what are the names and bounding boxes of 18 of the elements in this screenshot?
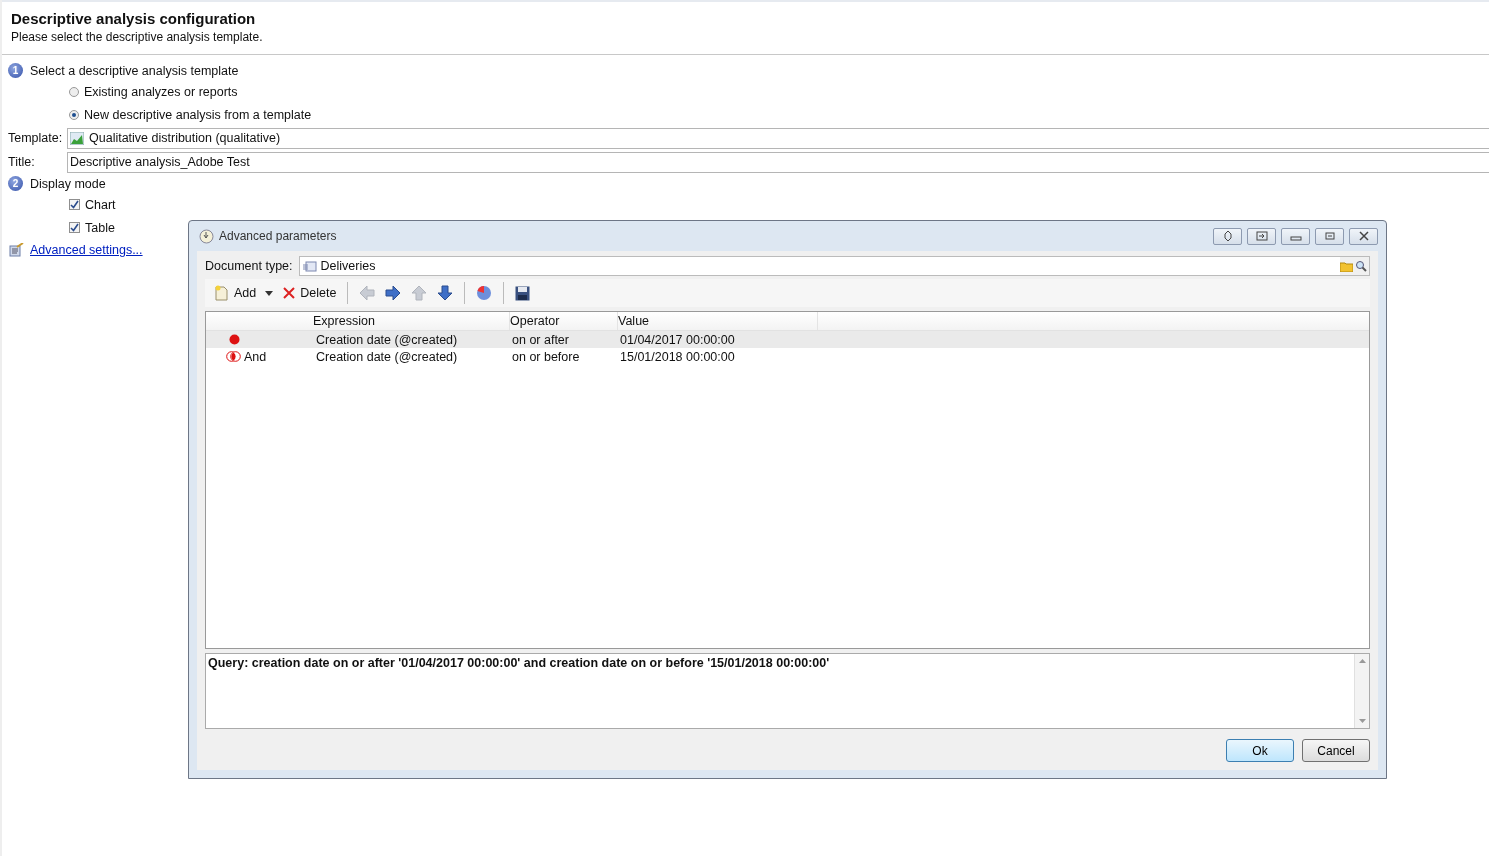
page-subtitle: Please select the descriptive analysis template. [11,30,264,44]
field-label: Template: [8,131,64,145]
table-cell-text: Creation date (@created) [315,349,459,364]
table-cell-text: 15/01/2018 00:00:00 [619,349,736,364]
step-label: Display mode [30,176,106,191]
field-label: Title: [8,155,36,169]
page-title: Descriptive analysis configuration [11,10,257,27]
field-label: Document type: [205,259,293,273]
query-text: Query: creation date on or after '01/04/2017 00:00:00' and creation date on or before '15/01/2018 00:00:00' [207,655,831,672]
step-number: 2 [8,176,23,191]
logic-operator: And [244,349,267,364]
table-cell-text: 01/04/2017 00:00:00 [619,332,736,347]
dialog-title: Advanced parameters [219,229,337,243]
table-cell-text: on or before [511,349,581,364]
step-number: 1 [8,63,23,78]
step-label: Select a descriptive analysis template [30,63,239,78]
table-cell-text: on or after [511,332,570,347]
table-cell-text: Creation date (@created) [315,332,459,347]
